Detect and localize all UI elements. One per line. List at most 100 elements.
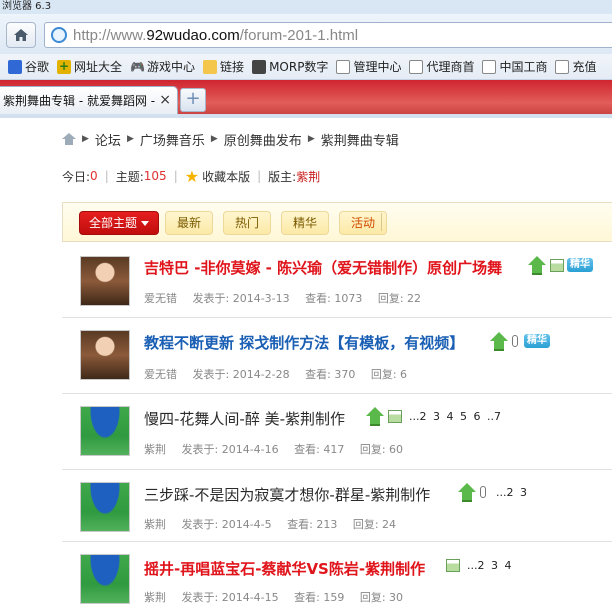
bookmark-item[interactable]: + 网址大全 — [57, 58, 122, 75]
breadcrumb: ▶ 论坛 ▶ 广场舞音乐 ▶ 原创舞曲发布 ▶ 紫荆舞曲专辑 — [62, 128, 399, 150]
topics-label: 主题: — [115, 169, 144, 184]
tab-active[interactable]: 紫荆舞曲专辑 - 就爱舞蹈网 - × — [0, 86, 178, 114]
browser-globe-icon — [51, 27, 67, 43]
thread-replies: 回复: 6 — [370, 368, 408, 381]
digest-badge: 精华 — [524, 334, 550, 348]
thread-replies: 回复: 22 — [377, 292, 422, 305]
avatar[interactable] — [80, 554, 130, 604]
breadcrumb-square-dance-music[interactable]: 广场舞音乐 — [140, 130, 205, 149]
thread-author[interactable]: 爱无错 — [144, 292, 177, 305]
moderator-link[interactable]: 紫荆 — [296, 168, 320, 185]
breadcrumb-current[interactable]: 紫荆舞曲专辑 — [321, 130, 399, 149]
thread-date: 发表于: 2014-4-5 — [181, 518, 272, 531]
thread-icons: ...2 3 4 5 6 ..7 — [366, 407, 501, 426]
thread-pagination[interactable]: ...2 3 4 — [467, 559, 511, 572]
paperclip-icon — [480, 486, 486, 498]
thread-author[interactable]: 紫荆 — [144, 518, 166, 531]
thread-row: 三步踩-不是因为寂寞才想你-群星-紫荆制作 ...2 3 紫荆 发表于: 201… — [62, 470, 612, 542]
thread-icons: 精华 — [490, 332, 550, 351]
thread-views: 查看: 370 — [305, 368, 356, 381]
thread-date: 发表于: 2014-3-13 — [192, 292, 290, 305]
chevron-right-icon: ▶ — [82, 134, 89, 144]
folder-icon — [203, 59, 218, 74]
avatar[interactable] — [80, 482, 130, 532]
window-title: 浏览器 6.3 — [0, 0, 612, 14]
forum-stats: 今日: 0 | 主题: 105 | ★ 收藏本版 | 版主: 紫荆 — [62, 166, 320, 186]
thread-views: 查看: 213 — [287, 518, 338, 531]
tab-bar: 紫荆舞曲专辑 - 就爱舞蹈网 - × + — [0, 80, 612, 118]
star-icon[interactable]: ★ — [185, 167, 199, 186]
thread-icons: 精华 — [528, 256, 593, 275]
morp-icon — [252, 59, 267, 74]
tab-title: 紫荆舞曲专辑 - 就爱舞蹈网 - — [3, 94, 156, 108]
thread-row: 教程不断更新 探戈制作方法【有模板，有视频】 精华 爱无错 发表于: 2014-… — [62, 318, 612, 394]
thread-row: 慢四-花舞人间-醉 美-紫荆制作 ...2 3 4 5 6 ..7 紫荆 发表于… — [62, 394, 612, 470]
filter-event-button[interactable]: 活动 — [339, 211, 387, 235]
plus-icon: + — [57, 58, 72, 74]
bookmark-item[interactable]: MORP数字 — [252, 58, 328, 75]
paperclip-icon — [512, 335, 518, 347]
all-topics-button[interactable]: 全部主题 — [79, 211, 159, 235]
filter-digest-button[interactable]: 精华 — [281, 211, 329, 235]
bookmark-label: 网址大全 — [74, 60, 123, 74]
thread-replies: 回复: 24 — [352, 518, 397, 531]
address-bar[interactable]: http://www. 92wudao.com/forum-201-1.html — [44, 22, 612, 48]
thread-pagination[interactable]: ...2 3 4 5 6 ..7 — [409, 410, 501, 423]
avatar[interactable] — [80, 256, 130, 306]
bookmark-label: 链接 — [220, 60, 245, 74]
home-button[interactable] — [6, 22, 36, 48]
navigation-bar: http://www. 92wudao.com/forum-201-1.html — [0, 14, 612, 54]
thread-icons: ...2 3 4 — [446, 559, 511, 572]
bookmark-item[interactable]: 谷歌 — [8, 58, 49, 75]
moderator-label: 版主: — [268, 169, 297, 184]
breadcrumb-original-release[interactable]: 原创舞曲发布 — [224, 130, 302, 149]
bookmark-item[interactable]: 管理中心 — [336, 58, 401, 75]
filter-newest-button[interactable]: 最新 — [165, 211, 213, 235]
image-icon — [388, 409, 402, 423]
digest-badge: 精华 — [567, 258, 593, 272]
thread-views: 查看: 417 — [294, 443, 345, 456]
bookmark-item[interactable]: 中国工商 — [482, 58, 547, 75]
thread-title[interactable]: 三步踩-不是因为寂寞才想你-群星-紫荆制作 — [144, 484, 430, 505]
divider: | — [104, 169, 109, 183]
thread-title[interactable]: 摇井-再唱蓝宝石-蔡献华VS陈岩-紫荆制作 — [144, 558, 425, 579]
thread-author[interactable]: 紫荆 — [144, 443, 166, 456]
avatar[interactable] — [80, 406, 130, 456]
thread-title[interactable]: 教程不断更新 探戈制作方法【有模板，有视频】 — [144, 332, 464, 353]
thread-meta: 爱无错 发表于: 2014-2-28 查看: 370 回复: 6 — [144, 366, 419, 382]
thread-title[interactable]: 吉特巴 -非你莫嫁 - 陈兴瑜（爱无错制作）原创广场舞 — [144, 257, 502, 278]
bookmark-item[interactable]: 代理商首 — [409, 58, 474, 75]
page-icon — [336, 59, 351, 74]
home-icon — [13, 28, 29, 42]
thread-meta: 紫荆 发表于: 2014-4-16 查看: 417 回复: 60 — [144, 441, 415, 457]
page-icon — [409, 59, 424, 74]
bookmark-label: 游戏中心 — [147, 60, 196, 74]
thread-pagination[interactable]: ...2 3 — [496, 486, 527, 499]
bookmark-label: MORP数字 — [269, 60, 329, 74]
bookmark-item[interactable]: 🎮 游戏中心 — [130, 58, 195, 75]
bookmark-item[interactable]: 链接 — [203, 58, 244, 75]
thread-author[interactable]: 紫荆 — [144, 591, 166, 604]
thread-row: 吉特巴 -非你莫嫁 - 陈兴瑜（爱无错制作）原创广场舞 精华 爱无错 发表于: … — [62, 242, 612, 318]
thread-views: 查看: 159 — [294, 591, 345, 604]
image-icon — [446, 559, 460, 572]
filter-hot-button[interactable]: 热门 — [223, 211, 271, 235]
baidu-icon — [8, 59, 22, 74]
bookmarks-bar: 谷歌 + 网址大全 🎮 游戏中心 链接 MORP数字 管理中心 代理商首 中国工商 … — [0, 54, 612, 80]
breadcrumb-forum[interactable]: 论坛 — [95, 130, 121, 149]
avatar[interactable] — [80, 330, 130, 380]
new-tab-button[interactable]: + — [180, 88, 206, 112]
thread-title[interactable]: 慢四-花舞人间-醉 美-紫荆制作 — [144, 408, 345, 429]
caret-down-icon — [141, 221, 149, 226]
gamepad-icon: 🎮 — [130, 59, 145, 74]
favorite-link[interactable]: 收藏本版 — [202, 168, 250, 185]
thread-meta: 紫荆 发表于: 2014-4-15 查看: 159 回复: 30 — [144, 589, 415, 605]
today-value: 0 — [90, 169, 98, 183]
thread-author[interactable]: 爱无错 — [144, 368, 177, 381]
thread-meta: 爱无错 发表于: 2014-3-13 查看: 1073 回复: 22 — [144, 290, 433, 306]
close-icon[interactable]: × — [159, 93, 171, 107]
bookmark-item[interactable]: 充值 — [555, 58, 597, 75]
page-icon — [555, 59, 570, 74]
divider: | — [173, 169, 178, 183]
home-icon[interactable] — [62, 133, 76, 145]
